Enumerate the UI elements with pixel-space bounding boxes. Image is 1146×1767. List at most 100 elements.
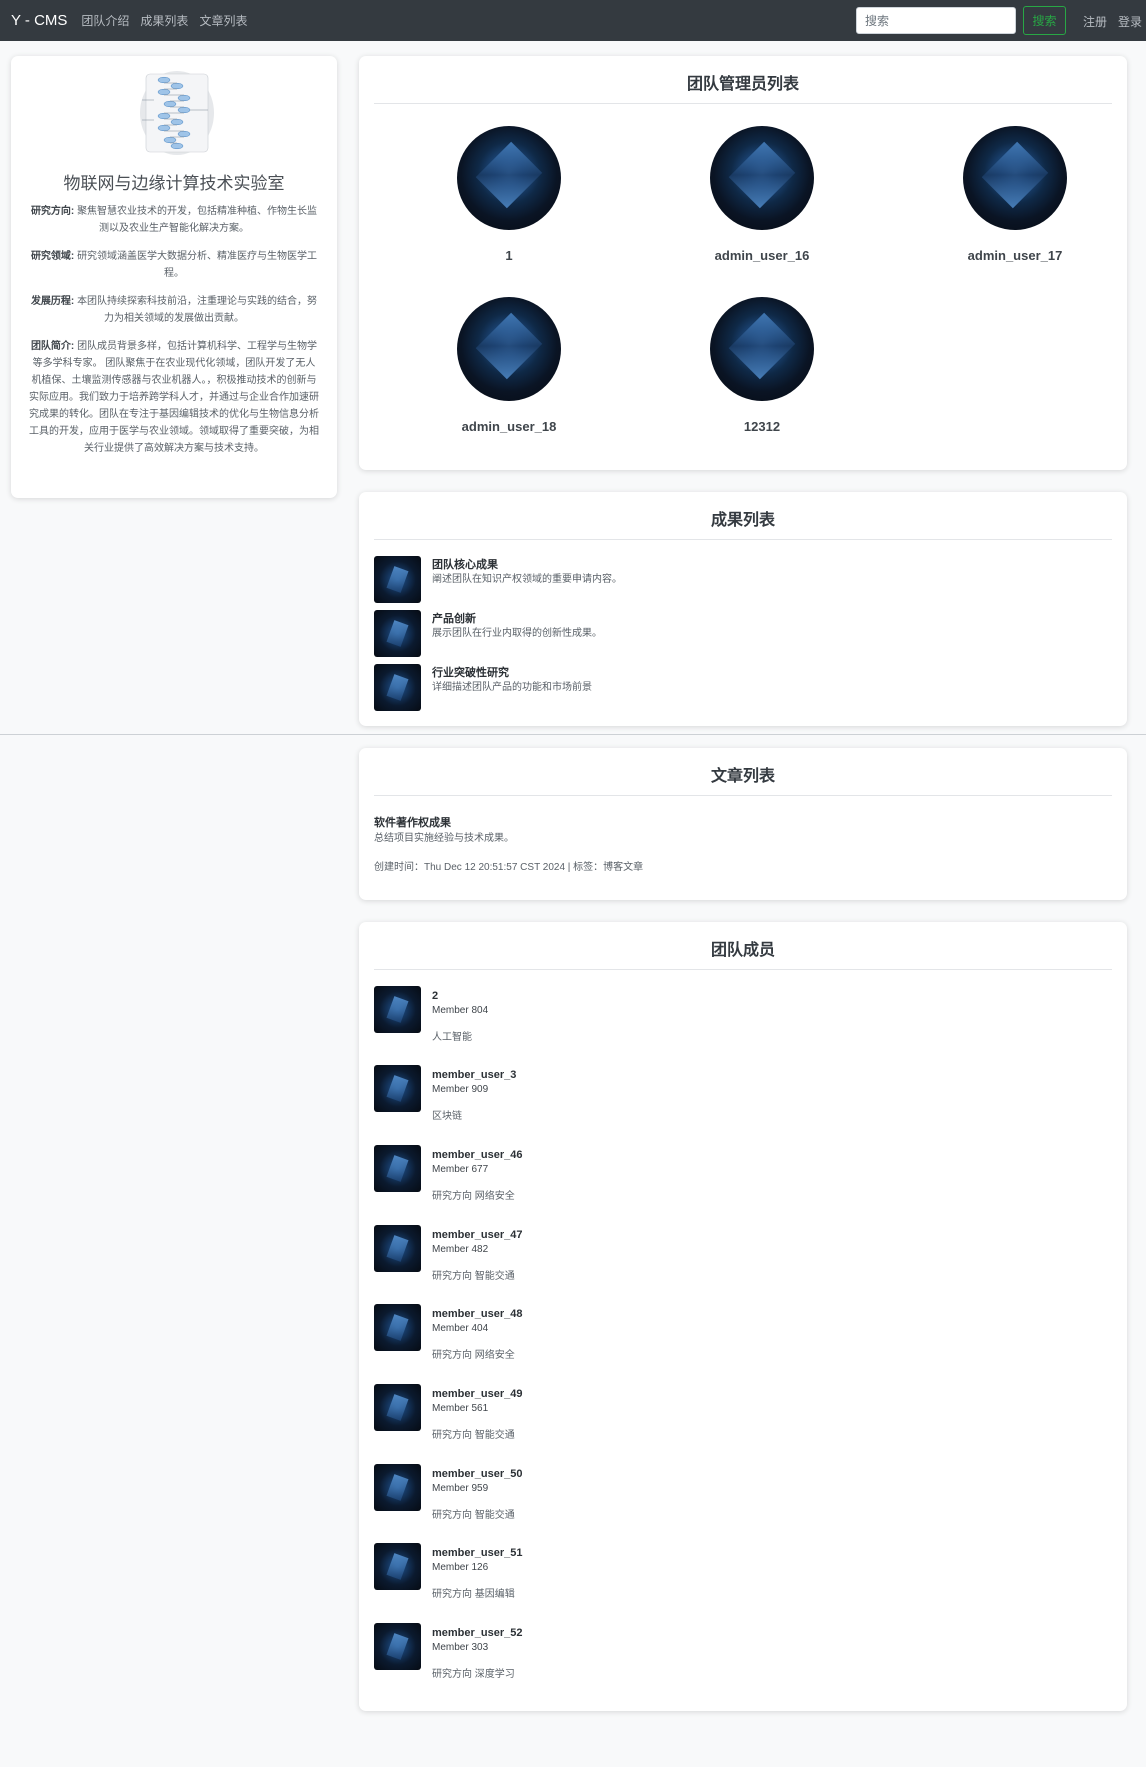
member-field: 研究方向 深度学习: [432, 1669, 515, 1680]
member-role: Member 482: [432, 1244, 489, 1255]
member-avatar[interactable]: [374, 1065, 421, 1112]
member-name[interactable]: member_user_3: [432, 1068, 516, 1083]
admin-name: admin_user_16: [714, 248, 810, 263]
list-item[interactable]: 行业突破性研究 详细描述团队产品的功能和市场前景: [374, 664, 592, 711]
admin-list-card: 团队管理员列表 1 admin_user_16 admin_user_17 ad…: [359, 56, 1127, 470]
list-item[interactable]: 2 Member 804 人工智能: [374, 986, 488, 1045]
admin-list-title: 团队管理员列表: [374, 56, 1112, 104]
section-divider: [0, 734, 1146, 735]
member-avatar[interactable]: [374, 1464, 421, 1511]
login-link[interactable]: 登录: [1118, 13, 1142, 30]
list-item[interactable]: member_user_51 Member 126 研究方向 基因编辑: [374, 1543, 523, 1602]
member-field: 研究方向 智能交通: [432, 1271, 515, 1282]
intro-text: 团队成员背景多样，包括计算机科学、工程学与生物学等多学科专家。 团队聚焦于在农业…: [29, 341, 319, 454]
admin-name: admin_user_18: [461, 419, 557, 434]
nav-link-achievements[interactable]: 成果列表: [140, 12, 188, 29]
member-name[interactable]: member_user_47: [432, 1228, 523, 1243]
search-input[interactable]: [856, 7, 1016, 34]
member-avatar[interactable]: [374, 1543, 421, 1590]
history-text: 本团队持续探索科技前沿，注重理论与实践的结合，努力为相关领域的发展做出贡献。: [77, 296, 318, 324]
admin-item[interactable]: admin_user_16: [682, 126, 842, 263]
member-avatar[interactable]: [374, 1304, 421, 1351]
member-avatar[interactable]: [374, 1225, 421, 1272]
admin-item[interactable]: admin_user_18: [429, 297, 589, 434]
admin-name: 1: [505, 248, 513, 263]
admin-item[interactable]: 1: [429, 126, 589, 263]
list-item[interactable]: member_user_48 Member 404 研究方向 网络安全: [374, 1304, 523, 1363]
member-avatar[interactable]: [374, 986, 421, 1033]
member-avatar[interactable]: [374, 1384, 421, 1431]
member-field: 研究方向 网络安全: [432, 1350, 515, 1361]
list-item[interactable]: member_user_3 Member 909 区块链: [374, 1065, 516, 1124]
article-list-title: 文章列表: [374, 748, 1112, 796]
history-label: 发展历程:: [30, 296, 75, 307]
list-item[interactable]: member_user_52 Member 303 研究方向 深度学习: [374, 1623, 523, 1682]
achievement-list-card: 成果列表 团队核心成果 阐述团队在知识产权领域的重要申请内容。 产品创新 展示团…: [359, 492, 1127, 726]
member-name[interactable]: member_user_46: [432, 1148, 523, 1163]
admin-item[interactable]: 12312: [682, 297, 842, 434]
research-direction-text: 聚焦智慧农业技术的开发，包括精准种植、作物生长监测以及农业生产智能化解决方案。: [77, 206, 318, 234]
member-role: Member 677: [432, 1164, 489, 1175]
team-logo-image: [140, 71, 214, 155]
list-item[interactable]: 产品创新 展示团队在行业内取得的创新性成果。: [374, 610, 602, 657]
achievement-thumbnail[interactable]: [374, 556, 421, 603]
member-field: 人工智能: [432, 1032, 472, 1043]
member-name[interactable]: member_user_51: [432, 1546, 523, 1561]
nav-link-team-intro[interactable]: 团队介绍: [81, 12, 129, 29]
research-field: 研究领域: 研究领域涵盖医学大数据分析、精准医疗与生物医学工程。: [29, 248, 319, 282]
member-name[interactable]: member_user_50: [432, 1467, 523, 1482]
list-item[interactable]: member_user_47 Member 482 研究方向 智能交通: [374, 1225, 523, 1284]
research-direction: 研究方向: 聚焦智慧农业技术的开发，包括精准种植、作物生长监测以及农业生产智能化…: [29, 203, 319, 237]
admin-name: admin_user_17: [967, 248, 1063, 263]
nav-link-articles[interactable]: 文章列表: [199, 12, 247, 29]
admin-item[interactable]: admin_user_17: [935, 126, 1095, 263]
member-role: Member 909: [432, 1084, 489, 1095]
research-field-text: 研究领域涵盖医学大数据分析、精准医疗与生物医学工程。: [77, 251, 318, 279]
admin-name: 12312: [743, 419, 781, 434]
achievement-thumbnail[interactable]: [374, 664, 421, 711]
member-role: Member 959: [432, 1483, 489, 1494]
top-navbar: Y - CMS 团队介绍 成果列表 文章列表 搜索 注册 登录: [0, 0, 1146, 41]
achievement-title[interactable]: 团队核心成果: [432, 558, 622, 573]
member-field: 研究方向 智能交通: [432, 1510, 515, 1521]
member-name[interactable]: member_user_52: [432, 1626, 523, 1641]
avatar[interactable]: [710, 126, 814, 230]
achievement-title[interactable]: 行业突破性研究: [432, 666, 592, 681]
achievement-thumbnail[interactable]: [374, 610, 421, 657]
list-item[interactable]: member_user_50 Member 959 研究方向 智能交通: [374, 1464, 523, 1523]
article-desc: 总结项目实施经验与技术成果。: [374, 833, 514, 844]
article-title[interactable]: 软件著作权成果: [374, 814, 451, 830]
member-role: Member 404: [432, 1323, 489, 1334]
member-list-title: 团队成员: [374, 922, 1112, 970]
search-button[interactable]: 搜索: [1023, 6, 1066, 35]
achievement-title[interactable]: 产品创新: [432, 612, 602, 627]
avatar[interactable]: [457, 126, 561, 230]
achievement-desc: 展示团队在行业内取得的创新性成果。: [432, 628, 602, 639]
member-name[interactable]: member_user_48: [432, 1307, 523, 1322]
research-direction-label: 研究方向:: [30, 206, 75, 217]
development-history: 发展历程: 本团队持续探索科技前沿，注重理论与实践的结合，努力为相关领域的发展做…: [29, 293, 319, 327]
team-intro: 团队简介: 团队成员背景多样，包括计算机科学、工程学与生物学等多学科专家。 团队…: [29, 338, 319, 457]
member-role: Member 561: [432, 1403, 489, 1414]
member-role: Member 303: [432, 1642, 489, 1653]
avatar[interactable]: [710, 297, 814, 401]
member-name[interactable]: member_user_49: [432, 1387, 523, 1402]
member-avatar[interactable]: [374, 1145, 421, 1192]
article-meta: 创建时间：Thu Dec 12 20:51:57 CST 2024 | 标签：博…: [374, 862, 644, 873]
member-avatar[interactable]: [374, 1623, 421, 1670]
member-field: 研究方向 智能交通: [432, 1430, 515, 1441]
member-list-card: 团队成员 2 Member 804 人工智能 member_user_3 Mem…: [359, 922, 1127, 1711]
register-link[interactable]: 注册: [1083, 13, 1107, 30]
member-field: 研究方向 基因编辑: [432, 1589, 515, 1600]
list-item[interactable]: member_user_49 Member 561 研究方向 智能交通: [374, 1384, 523, 1443]
list-item[interactable]: member_user_46 Member 677 研究方向 网络安全: [374, 1145, 523, 1204]
member-name[interactable]: 2: [432, 989, 488, 1004]
achievement-desc: 阐述团队在知识产权领域的重要申请内容。: [432, 574, 622, 585]
achievement-desc: 详细描述团队产品的功能和市场前景: [432, 682, 592, 693]
list-item[interactable]: 团队核心成果 阐述团队在知识产权领域的重要申请内容。: [374, 556, 622, 603]
avatar[interactable]: [457, 297, 561, 401]
member-role: Member 804: [432, 1005, 489, 1016]
brand-logo[interactable]: Y - CMS: [11, 12, 67, 29]
member-field: 区块链: [432, 1111, 462, 1122]
avatar[interactable]: [963, 126, 1067, 230]
